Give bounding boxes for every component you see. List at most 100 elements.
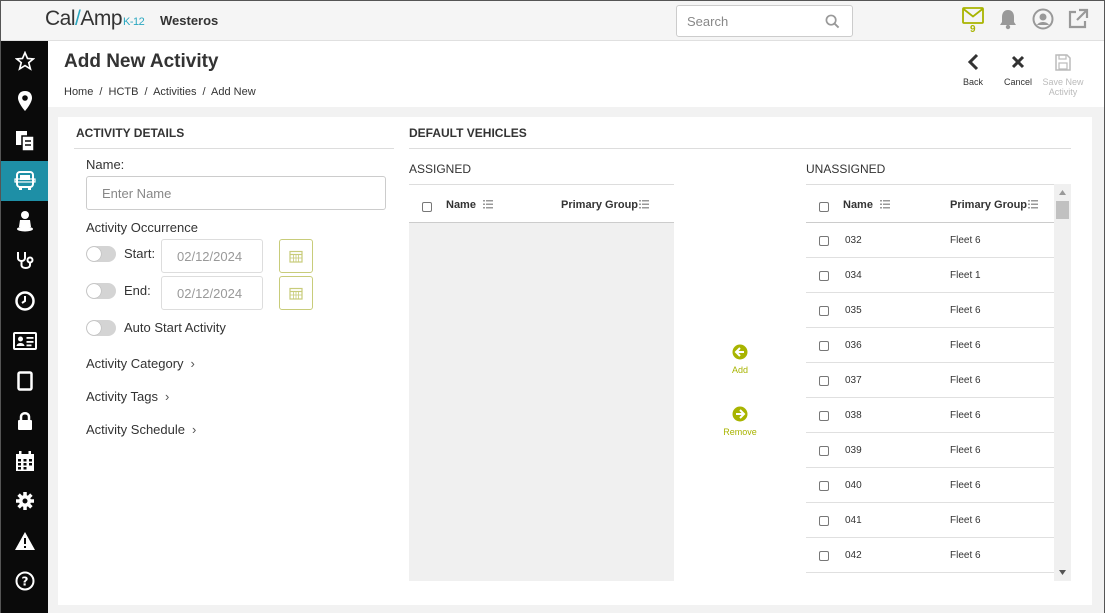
sidebar-item-help[interactable]: ? <box>1 561 48 601</box>
table-row[interactable]: 036 Fleet 6 <box>806 328 1054 363</box>
row-checkbox[interactable] <box>819 411 829 421</box>
user-account-icon[interactable] <box>1032 8 1054 30</box>
bell-icon[interactable] <box>998 8 1018 30</box>
column-menu-icon[interactable] <box>1028 200 1038 209</box>
table-row[interactable]: 038 Fleet 6 <box>806 398 1054 433</box>
warning-icon <box>14 532 35 550</box>
vehicle-name: 036 <box>845 340 862 351</box>
breadcrumb-home[interactable]: Home <box>64 86 93 98</box>
column-menu-icon[interactable] <box>880 200 890 209</box>
scroll-down-arrow-icon[interactable] <box>1059 570 1066 575</box>
remove-button[interactable]: Remove <box>710 406 770 437</box>
row-checkbox[interactable] <box>819 551 829 561</box>
activity-name-input[interactable] <box>86 176 386 210</box>
external-link-icon[interactable] <box>1067 8 1089 30</box>
sidebar-item-alerts[interactable] <box>1 521 48 561</box>
help-icon: ? <box>15 571 34 591</box>
row-checkbox[interactable] <box>819 271 829 281</box>
column-menu-icon[interactable] <box>639 200 649 209</box>
unassigned-vehicles-grid: Name Primary Group 032 Fleet 6 034 Fleet… <box>806 184 1071 581</box>
column-header-name[interactable]: Name <box>843 199 873 211</box>
breadcrumb-separator: / <box>202 86 206 98</box>
select-all-checkbox[interactable] <box>819 202 829 212</box>
id-card-icon <box>12 332 37 350</box>
activity-category-expander[interactable]: Activity Category › <box>86 356 195 371</box>
activity-occurrence-label: Activity Occurrence <box>86 220 198 235</box>
student-icon <box>16 211 33 232</box>
row-checkbox[interactable] <box>819 376 829 386</box>
vehicle-name: 037 <box>845 375 862 386</box>
chevron-right-icon: › <box>190 356 195 371</box>
end-toggle[interactable] <box>86 283 116 299</box>
start-date-picker-button[interactable] <box>279 239 313 273</box>
breadcrumb-hctb[interactable]: HCTB <box>109 86 139 98</box>
table-row[interactable]: 035 Fleet 6 <box>806 293 1054 328</box>
activity-tags-expander[interactable]: Activity Tags › <box>86 389 169 404</box>
column-header-primary-group[interactable]: Primary Group <box>561 199 638 211</box>
end-date-input[interactable] <box>161 276 263 310</box>
sidebar-item-health[interactable] <box>1 241 48 281</box>
scroll-up-arrow-icon[interactable] <box>1059 190 1066 195</box>
activity-schedule-expander[interactable]: Activity Schedule › <box>86 422 196 437</box>
sidebar-item-favorites[interactable] <box>1 41 48 81</box>
auto-start-toggle[interactable] <box>86 320 116 336</box>
left-sidebar: ? <box>1 41 48 613</box>
select-all-checkbox[interactable] <box>422 202 432 212</box>
save-new-activity-button[interactable]: Save New Activity <box>1038 53 1088 97</box>
vehicle-name: 039 <box>845 445 862 456</box>
sidebar-item-reports[interactable] <box>1 121 48 161</box>
sidebar-item-history[interactable] <box>1 281 48 321</box>
column-header-name[interactable]: Name <box>446 199 476 211</box>
cancel-button[interactable]: Cancel <box>993 53 1043 87</box>
default-vehicles-heading: DEFAULT VEHICLES <box>409 126 527 140</box>
table-row[interactable]: 037 Fleet 6 <box>806 363 1054 398</box>
column-header-primary-group[interactable]: Primary Group <box>950 199 1027 211</box>
content-panel: ACTIVITY DETAILS Name: Activity Occurren… <box>58 117 1092 605</box>
start-toggle[interactable] <box>86 246 116 262</box>
vehicle-name: 042 <box>845 550 862 561</box>
add-button[interactable]: Add <box>710 344 770 375</box>
chevron-right-icon: › <box>192 422 197 437</box>
table-row[interactable]: 032 Fleet 6 <box>806 223 1054 258</box>
row-checkbox[interactable] <box>819 516 829 526</box>
table-row[interactable]: 042 Fleet 6 <box>806 538 1054 573</box>
search-icon[interactable] <box>825 14 840 29</box>
top-bar: Cal/AmpK-12 Westeros 9 <box>1 1 1104 41</box>
row-checkbox[interactable] <box>819 446 829 456</box>
start-date-input[interactable] <box>161 239 263 273</box>
column-menu-icon[interactable] <box>483 200 493 209</box>
table-row[interactable]: 040 Fleet 6 <box>806 468 1054 503</box>
end-date-picker-button[interactable] <box>279 276 313 310</box>
row-checkbox[interactable] <box>819 341 829 351</box>
sidebar-item-security[interactable] <box>1 401 48 441</box>
assigned-vehicles-grid: Name Primary Group <box>409 184 674 581</box>
table-row[interactable]: 039 Fleet 6 <box>806 433 1054 468</box>
row-checkbox[interactable] <box>819 236 829 246</box>
mail-icon[interactable] <box>962 7 984 24</box>
vehicle-primary-group: Fleet 6 <box>950 305 981 316</box>
sidebar-item-students[interactable] <box>1 201 48 241</box>
sidebar-item-ids[interactable] <box>1 321 48 361</box>
table-row[interactable]: 034 Fleet 1 <box>806 258 1054 293</box>
breadcrumb-separator: / <box>144 86 148 98</box>
org-name[interactable]: Westeros <box>160 13 218 28</box>
sidebar-item-transportation[interactable] <box>1 161 48 201</box>
row-checkbox[interactable] <box>819 306 829 316</box>
breadcrumb-activities[interactable]: Activities <box>153 86 196 98</box>
table-row[interactable]: 041 Fleet 6 <box>806 503 1054 538</box>
row-checkbox[interactable] <box>819 481 829 491</box>
vertical-scrollbar[interactable] <box>1054 184 1071 581</box>
calendar-icon <box>289 250 303 263</box>
grid-header: Name Primary Group <box>409 184 674 223</box>
back-button[interactable]: Back <box>948 53 998 87</box>
scroll-thumb[interactable] <box>1056 201 1069 219</box>
vehicle-name: 038 <box>845 410 862 421</box>
arrow-left-circle-icon <box>732 344 748 360</box>
calamp-logo[interactable]: Cal/AmpK-12 <box>45 7 145 31</box>
sidebar-item-devices[interactable] <box>1 361 48 401</box>
divider <box>409 148 1071 149</box>
sidebar-item-settings[interactable] <box>1 481 48 521</box>
search-input[interactable] <box>687 6 827 36</box>
sidebar-item-map[interactable] <box>1 81 48 121</box>
sidebar-item-calendar[interactable] <box>1 441 48 481</box>
